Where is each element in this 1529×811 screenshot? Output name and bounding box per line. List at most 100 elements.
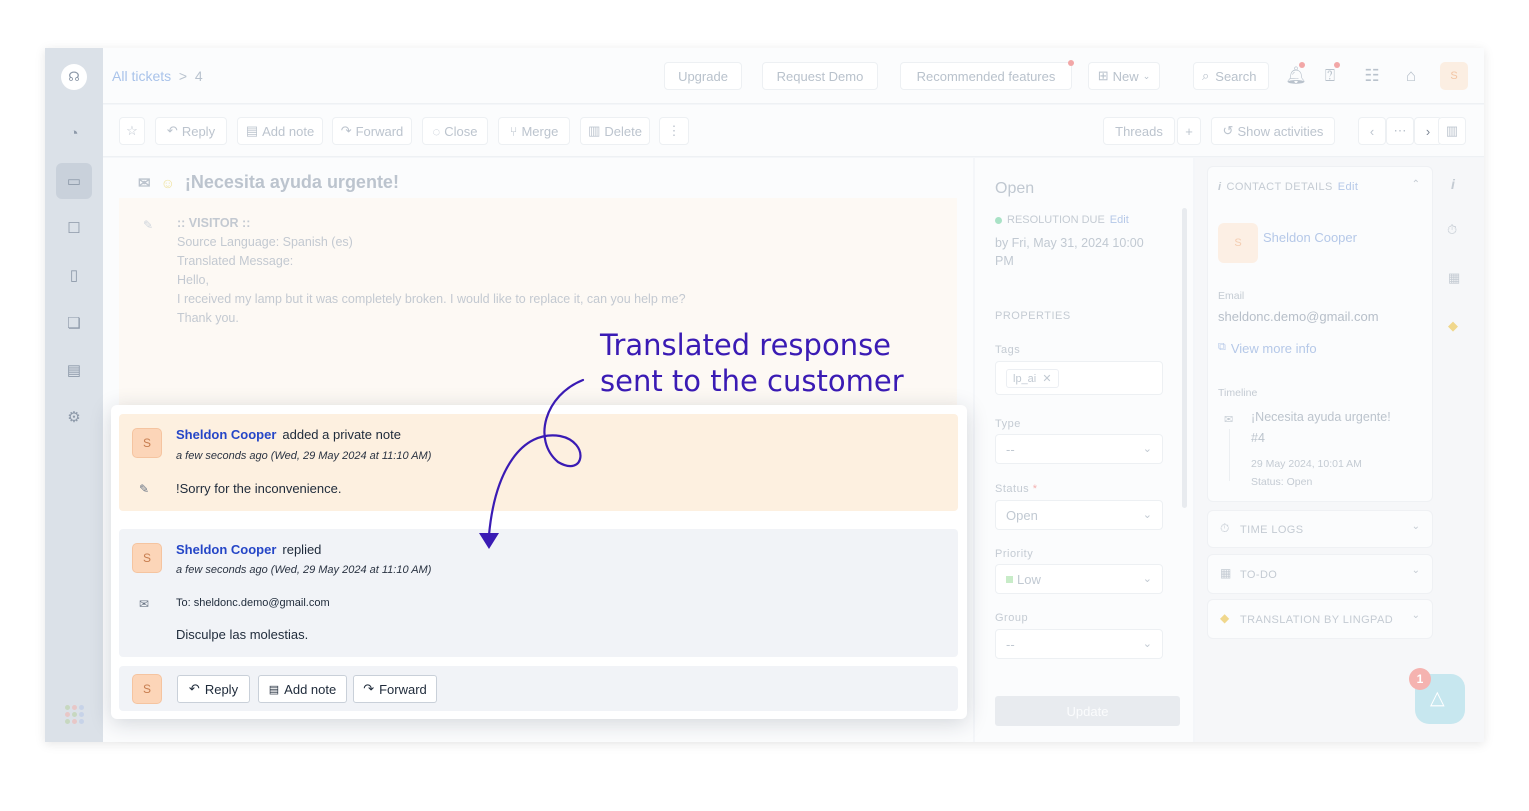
properties-heading: PROPERTIES <box>995 310 1071 322</box>
properties-scrollbar[interactable] <box>1182 208 1187 508</box>
tickets-icon[interactable]: ▭ <box>56 163 92 199</box>
chevron-down-icon: ⌄ <box>1142 70 1151 81</box>
user-avatar[interactable]: S <box>1440 62 1468 90</box>
priority-select[interactable]: Low ⌄ <box>995 564 1163 594</box>
due-date-line2: PM <box>995 254 1014 268</box>
store-icon[interactable]: ⌂ <box>1398 63 1424 89</box>
knowledge-base-icon[interactable]: ▯ <box>63 264 85 286</box>
settings-gear-icon[interactable]: ⚙ <box>63 406 85 428</box>
apps-grid-icon[interactable] <box>65 705 84 724</box>
toolbar-add-note-label: Add note <box>262 123 315 139</box>
reply-icon: ↶ <box>188 681 200 696</box>
star-icon[interactable]: ☆ <box>119 117 145 145</box>
visitor-line: Source Language: Spanish (es) <box>177 235 353 249</box>
sidebar: ☊ ◔ ▭ ☐ ▯ ❏ ▤ ⚙ <box>45 48 103 742</box>
contact-name[interactable]: Sheldon Cooper <box>1263 230 1357 245</box>
info-side-icon[interactable]: i <box>1451 176 1455 192</box>
reply-author-name[interactable]: Sheldon Cooper <box>176 542 276 557</box>
translation-label: TRANSLATION BY LINGPAD <box>1240 614 1394 626</box>
chat-icon[interactable]: ❏ <box>63 312 85 334</box>
resolution-due-label: RESOLUTION DUE <box>1007 214 1105 226</box>
toolbar-close-button[interactable]: ◌ Close <box>422 117 488 145</box>
view-more-info-link[interactable]: ⧉ View more info <box>1218 341 1317 356</box>
contacts-icon[interactable]: ☐ <box>63 217 85 239</box>
new-label: New <box>1112 68 1139 84</box>
chevron-down-icon: ⌄ <box>1142 509 1152 521</box>
chevron-up-icon[interactable]: ⌃ <box>1412 179 1420 190</box>
forward-button[interactable]: ↷ Forward <box>353 675 437 703</box>
reply-action: replied <box>282 542 322 557</box>
remove-tag-icon[interactable]: ✕ <box>1039 373 1051 385</box>
group-select[interactable]: -- ⌄ <box>995 629 1163 659</box>
headset-logo-icon[interactable]: ☊ <box>61 64 87 90</box>
add-thread-icon[interactable]: + <box>1177 117 1201 145</box>
panel-toggle-icon[interactable]: ▥ <box>1438 117 1466 145</box>
current-user-avatar: S <box>132 674 162 704</box>
ticket-status-title: Open <box>995 180 1035 197</box>
todo-card[interactable]: ▦ TO-DO ⌄ <box>1207 554 1433 594</box>
search-input[interactable]: ⌕ Search <box>1193 62 1269 90</box>
timer-side-icon[interactable]: ⏱︎ <box>1447 222 1457 238</box>
contact-details-header[interactable]: i CONTACT DETAILS Edit <box>1218 181 1358 193</box>
type-select[interactable]: -- ⌄ <box>995 434 1163 464</box>
note-timestamp: a few seconds ago (Wed, 29 May 2024 at 1… <box>176 450 432 462</box>
time-logs-label: TIME LOGS <box>1240 524 1304 536</box>
info-icon: i <box>1218 181 1222 193</box>
status-label: Status * <box>995 483 1038 495</box>
toolbar-forward-button[interactable]: ↷ Forward <box>332 117 412 145</box>
translation-card[interactable]: ◆ TRANSLATION BY LINGPAD ⌄ <box>1207 599 1433 639</box>
callout-line2: sent to the customer <box>600 364 904 398</box>
threads-button[interactable]: Threads <box>1103 117 1175 145</box>
ticket-subject-row: ✉ ☺ ¡Necesita ayuda urgente! <box>138 172 399 193</box>
view-more-label: View more info <box>1230 341 1317 356</box>
more-options-icon[interactable]: ⋮ <box>659 117 689 145</box>
toolbar-merge-button[interactable]: ⑂ Merge <box>498 117 570 145</box>
toolbar-add-note-button[interactable]: ▤ Add note <box>237 117 323 145</box>
time-logs-card[interactable]: ⏱︎ TIME LOGS ⌄ <box>1207 510 1433 548</box>
toolbar-close-label: Close <box>444 123 478 139</box>
timeline-meta: 29 May 2024, 10:01 AM Status: Open <box>1251 455 1362 491</box>
inbox-icon[interactable]: ☷ <box>1359 63 1385 89</box>
add-note-label: Add note <box>284 681 337 697</box>
widget-icon: △ <box>1430 688 1445 709</box>
resolution-edit-link[interactable]: Edit <box>1110 214 1129 226</box>
timer-icon: ⏱︎ <box>1220 521 1230 535</box>
note-icon: ▤ <box>268 683 280 696</box>
new-button[interactable]: ⊞ New ⌄ <box>1088 62 1160 90</box>
status-value: Open <box>1006 507 1038 523</box>
visitor-text: :: VISITOR :: Source Language: Spanish (… <box>177 214 686 328</box>
contact-edit-link[interactable]: Edit <box>1338 181 1359 193</box>
add-note-button[interactable]: ▤ Add note <box>258 675 347 703</box>
lingpad-side-icon[interactable]: ◆ <box>1448 318 1458 334</box>
visitor-line: Hello, <box>177 273 209 287</box>
prev-ticket-icon[interactable]: ‹ <box>1358 117 1386 145</box>
forward-icon: ↷ <box>363 681 375 696</box>
tags-label: Tags <box>995 344 1021 356</box>
toolbar-delete-button[interactable]: ▥ Delete <box>580 117 650 145</box>
status-select[interactable]: Open ⌄ <box>995 500 1163 530</box>
note-author-name[interactable]: Sheldon Cooper <box>176 427 276 442</box>
history-icon: ↺ <box>1222 123 1234 138</box>
tags-input[interactable]: lp_ai ✕ <box>995 361 1163 395</box>
dashboard-icon[interactable]: ◔ <box>63 122 85 144</box>
note-author-avatar: S <box>132 428 162 458</box>
due-date-line1: by Fri, May 31, 2024 10:00 <box>995 236 1144 250</box>
recommended-features-button[interactable]: Recommended features <box>900 62 1072 90</box>
upgrade-button[interactable]: Upgrade <box>664 62 742 90</box>
todo-label: TO-DO <box>1240 569 1278 581</box>
tag-chip[interactable]: lp_ai ✕ <box>1006 368 1059 388</box>
timeline-entry[interactable]: ¡Necesita ayuda urgente! #4 <box>1251 407 1391 449</box>
reply-button[interactable]: ↶ Reply <box>177 675 250 703</box>
contact-details-title: CONTACT DETAILS <box>1226 181 1333 193</box>
request-demo-button[interactable]: Request Demo <box>762 62 878 90</box>
calendar-side-icon[interactable]: ▦ <box>1448 270 1460 286</box>
breadcrumb-all-tickets[interactable]: All tickets <box>112 68 171 84</box>
chat-widget-badge: 1 <box>1409 668 1431 690</box>
toolbar-reply-button[interactable]: ↶ Reply <box>155 117 227 145</box>
ticket-list-icon[interactable]: ⋯ <box>1386 117 1414 145</box>
show-activities-button[interactable]: ↺ Show activities <box>1211 117 1335 145</box>
update-button[interactable]: Update <box>995 696 1180 726</box>
reports-icon[interactable]: ▤ <box>63 359 85 381</box>
bell-icon[interactable]: 🔔︎ <box>1283 63 1309 89</box>
envelope-icon: ✉ <box>138 174 151 192</box>
